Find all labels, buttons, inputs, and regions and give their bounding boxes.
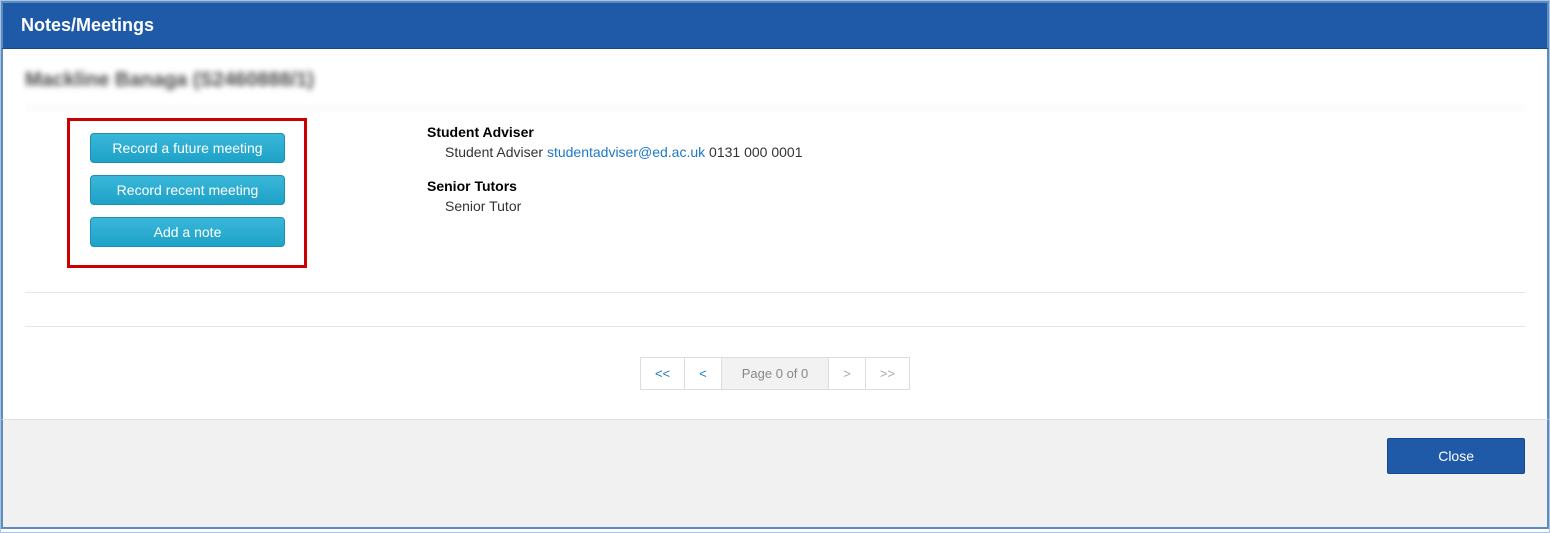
actions-highlight-box: Record a future meeting Record recent me…	[67, 118, 307, 268]
student-adviser-heading: Student Adviser	[427, 124, 802, 140]
pager-first-button[interactable]: <<	[640, 357, 685, 390]
adviser-info: Student Adviser Student Adviser studenta…	[427, 118, 802, 268]
modal-body: Mackline Banaga (S2460888/1) Record a fu…	[3, 49, 1547, 419]
senior-tutor-line: Senior Tutor	[445, 198, 802, 214]
pager-prev-button[interactable]: <	[685, 357, 722, 390]
senior-tutor-role-label: Senior Tutor	[445, 198, 521, 214]
record-recent-meeting-button[interactable]: Record recent meeting	[90, 175, 285, 205]
modal-footer: Close	[1, 419, 1549, 529]
content-section: Record a future meeting Record recent me…	[25, 108, 1525, 293]
pager-page-info: Page 0 of 0	[722, 357, 830, 390]
modal-title: Notes/Meetings	[21, 15, 154, 35]
adviser-email-link[interactable]: studentadviser@ed.ac.uk	[547, 144, 705, 160]
adviser-role-label: Student Adviser	[445, 144, 543, 160]
student-adviser-line: Student Adviser studentadviser@ed.ac.uk …	[445, 144, 802, 160]
student-name: Mackline Banaga (S2460888/1)	[25, 69, 1525, 108]
adviser-phone: 0131 000 0001	[709, 144, 802, 160]
modal-header: Notes/Meetings	[1, 1, 1549, 49]
pager-next-button[interactable]: >	[829, 357, 866, 390]
senior-tutors-heading: Senior Tutors	[427, 178, 802, 194]
modal-body-wrapper: Mackline Banaga (S2460888/1) Record a fu…	[1, 49, 1549, 419]
record-future-meeting-button[interactable]: Record a future meeting	[90, 133, 285, 163]
spacer-section	[25, 293, 1525, 327]
pager-last-button[interactable]: >>	[866, 357, 910, 390]
close-button[interactable]: Close	[1387, 438, 1525, 474]
pager-row: << < Page 0 of 0 > >>	[25, 327, 1525, 419]
pager: << < Page 0 of 0 > >>	[640, 357, 910, 390]
add-note-button[interactable]: Add a note	[90, 217, 285, 247]
